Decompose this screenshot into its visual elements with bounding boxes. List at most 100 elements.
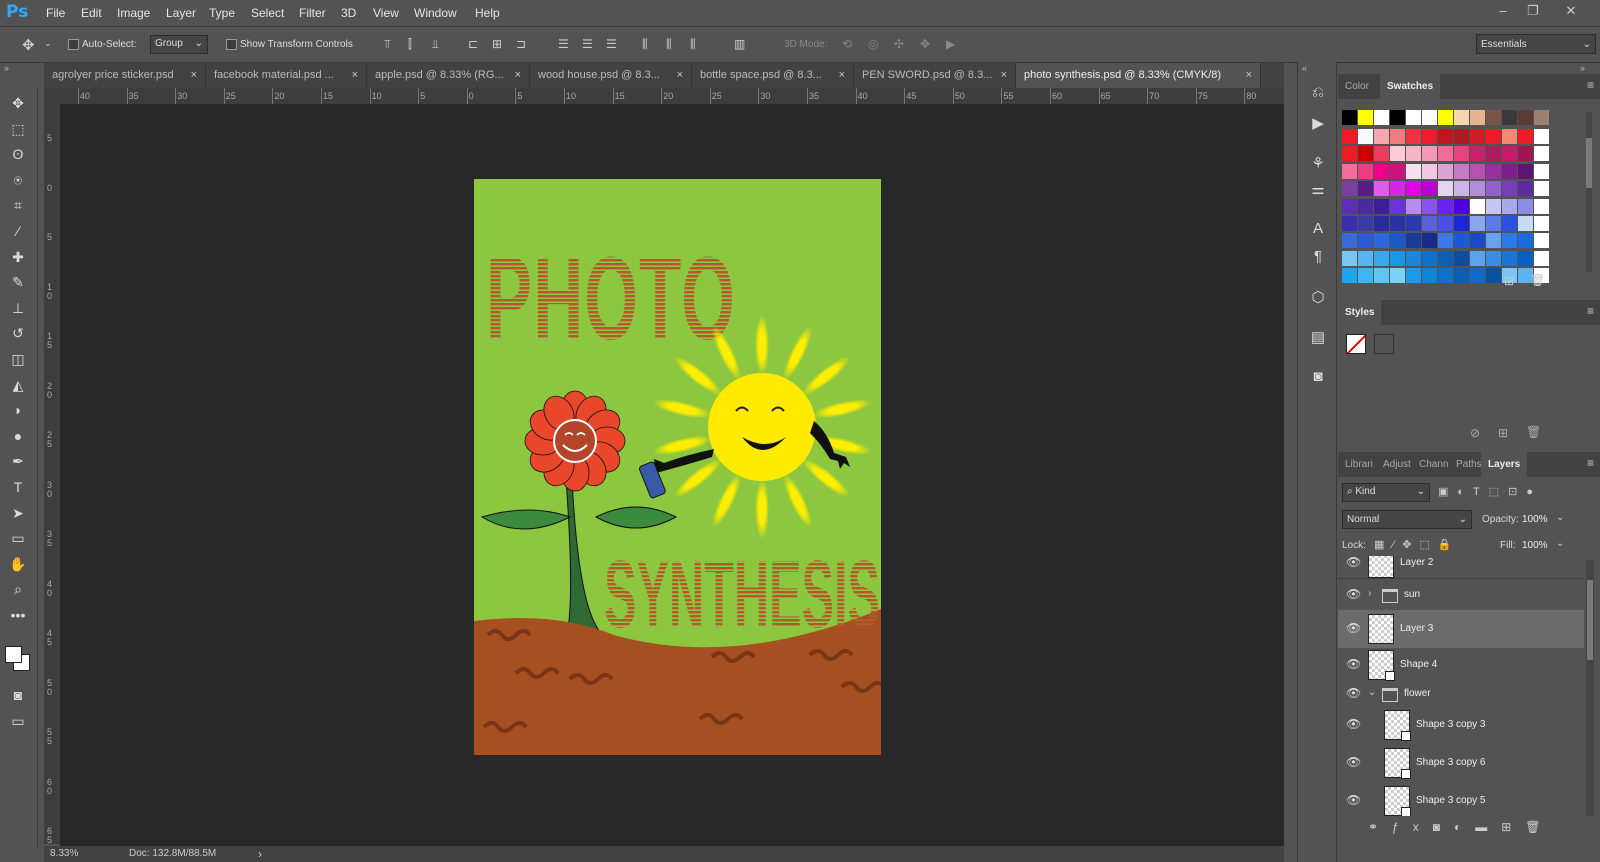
close-tab-icon[interactable]: × (839, 63, 845, 88)
menu-view[interactable]: View (373, 6, 399, 20)
document-tab[interactable]: apple.psd @ 8.33% (RG... × (367, 63, 530, 88)
close-tab-icon[interactable]: × (352, 63, 358, 88)
color-swatch[interactable] (1470, 198, 1485, 214)
color-swatch[interactable] (1438, 129, 1453, 144)
color-swatch[interactable] (1534, 198, 1549, 214)
chevron-down-icon[interactable]: ⌄ (1368, 687, 1376, 698)
opacity-value[interactable]: 100% (1522, 514, 1548, 525)
tab-color[interactable]: Color (1338, 74, 1376, 99)
close-icon[interactable]: ✕ (1560, 3, 1582, 19)
color-swatch[interactable] (1534, 250, 1549, 266)
history-icon[interactable]: ⎌ (1308, 84, 1328, 104)
color-swatch[interactable] (1422, 129, 1437, 144)
document-tab[interactable]: bottle space.psd @ 8.3... × (692, 63, 854, 88)
chevron-down-icon[interactable]: ⌄ (1556, 512, 1564, 523)
color-swatch[interactable] (1374, 250, 1389, 266)
color-swatch[interactable] (1470, 146, 1485, 162)
align-distribute-icon[interactable]: ⫿ (408, 37, 412, 52)
color-swatch[interactable] (1390, 163, 1405, 179)
zoom-tool-icon[interactable]: ⌕ (6, 578, 30, 600)
show-transform-checkbox[interactable] (226, 39, 237, 50)
color-swatch[interactable] (1358, 163, 1373, 179)
fill-value[interactable]: 100% (1522, 540, 1548, 551)
align-distribute-icon[interactable]: ⊏ (468, 37, 478, 51)
menu-type[interactable]: Type (209, 6, 235, 20)
clone-stamp-icon[interactable]: ⊥ (6, 297, 30, 319)
layer-row[interactable]: 👁 ⌄ flower (1338, 682, 1584, 707)
menu-image[interactable]: Image (117, 6, 150, 20)
screen-mode-icon[interactable]: ▭ (6, 710, 30, 732)
color-swatch[interactable] (1502, 163, 1517, 179)
align-distribute-icon[interactable]: ⫪ (384, 37, 391, 52)
swatches-scrollbar[interactable] (1586, 112, 1592, 272)
color-swatch[interactable] (1406, 163, 1421, 179)
color-swatch[interactable] (1502, 181, 1517, 197)
color-swatch[interactable] (1470, 181, 1485, 197)
color-swatch[interactable] (1342, 129, 1357, 144)
color-swatch[interactable] (1390, 146, 1405, 162)
color-swatch[interactable] (1406, 233, 1421, 249)
color-swatch[interactable] (1438, 216, 1453, 231)
color-swatch[interactable] (1454, 110, 1469, 125)
eraser-tool-icon[interactable]: ◫ (6, 348, 30, 370)
color-swatch[interactable] (1422, 216, 1437, 231)
3d-mode-icon[interactable]: ✣ (894, 37, 904, 51)
menu-3d[interactable]: 3D (341, 6, 356, 20)
color-swatch[interactable] (1406, 146, 1421, 162)
pen-tool-icon[interactable]: ✒ (6, 450, 30, 472)
layer-row[interactable]: 👁 Shape 4 (1338, 648, 1584, 683)
color-swatch[interactable] (1534, 181, 1549, 197)
eye-visibility-icon[interactable]: 👁 (1346, 657, 1361, 671)
color-swatch[interactable] (1406, 181, 1421, 197)
color-swatch[interactable] (1470, 216, 1485, 231)
align-distribute-icon[interactable]: ☰ (606, 37, 617, 51)
color-swatch[interactable] (1358, 216, 1373, 231)
color-swatch[interactable] (1438, 250, 1453, 266)
eye-visibility-icon[interactable]: 👁 (1346, 686, 1361, 700)
collapse-toolbar-icon[interactable]: » (4, 63, 9, 73)
canvas-area[interactable]: PHOTO SYNTHESIS (60, 105, 1284, 846)
layer-row[interactable]: 👁 › sun (1338, 580, 1584, 611)
color-swatch[interactable] (1470, 110, 1485, 125)
3d-mode-icon[interactable]: ▶ (946, 37, 955, 51)
panel-menu-icon[interactable]: ≡ (1587, 78, 1594, 92)
3d-mode-icon[interactable]: ✥ (920, 37, 930, 51)
document-tab[interactable]: agrolyer price sticker.psd × (44, 63, 206, 88)
align-distribute-icon[interactable]: ⊐ (516, 37, 526, 51)
color-swatch[interactable] (1486, 233, 1501, 249)
color-swatch[interactable] (1454, 129, 1469, 144)
type-tool-icon[interactable]: T (6, 476, 30, 498)
color-swatch[interactable] (1422, 268, 1437, 284)
color-swatch[interactable] (1342, 198, 1357, 214)
color-swatch[interactable] (1406, 198, 1421, 214)
auto-select-dropdown[interactable]: Group ⌄ (150, 35, 208, 54)
tab-libraries[interactable]: Librari (1338, 452, 1380, 477)
color-swatch[interactable] (1518, 129, 1533, 144)
color-swatch[interactable] (1486, 250, 1501, 266)
restore-icon[interactable]: ❐ (1522, 3, 1544, 19)
color-swatch[interactable] (1390, 181, 1405, 197)
color-swatch[interactable] (1374, 268, 1389, 284)
lasso-tool-icon[interactable]: ʘ (6, 143, 30, 165)
color-swatch[interactable] (1486, 181, 1501, 197)
align-distribute-icon[interactable]: ⊞ (492, 37, 502, 51)
color-swatch[interactable] (1518, 163, 1533, 179)
color-swatch[interactable] (1422, 198, 1437, 214)
color-swatch[interactable] (1502, 198, 1517, 214)
color-swatch[interactable] (1438, 181, 1453, 197)
color-swatch[interactable] (1454, 250, 1469, 266)
color-swatch[interactable] (1486, 268, 1501, 284)
close-tab-icon[interactable]: × (677, 63, 683, 88)
paint-bucket-icon[interactable]: ◭ (6, 374, 30, 396)
color-swatch[interactable] (1390, 216, 1405, 231)
color-swatch[interactable] (1390, 268, 1405, 284)
panel-menu-icon[interactable]: ≡ (1587, 304, 1594, 318)
brush-presets-icon[interactable]: ⚘ (1308, 154, 1328, 174)
color-swatch[interactable] (1342, 181, 1357, 197)
layer-row[interactable]: 👁 Layer 3 (1338, 610, 1584, 649)
color-swatch[interactable] (1454, 181, 1469, 197)
color-swatch[interactable] (1342, 110, 1357, 125)
color-swatch[interactable] (1374, 146, 1389, 162)
color-swatch[interactable] (1358, 198, 1373, 214)
document-tab[interactable]: photo synthesis.psd @ 8.33% (CMYK/8) × (1016, 63, 1261, 88)
